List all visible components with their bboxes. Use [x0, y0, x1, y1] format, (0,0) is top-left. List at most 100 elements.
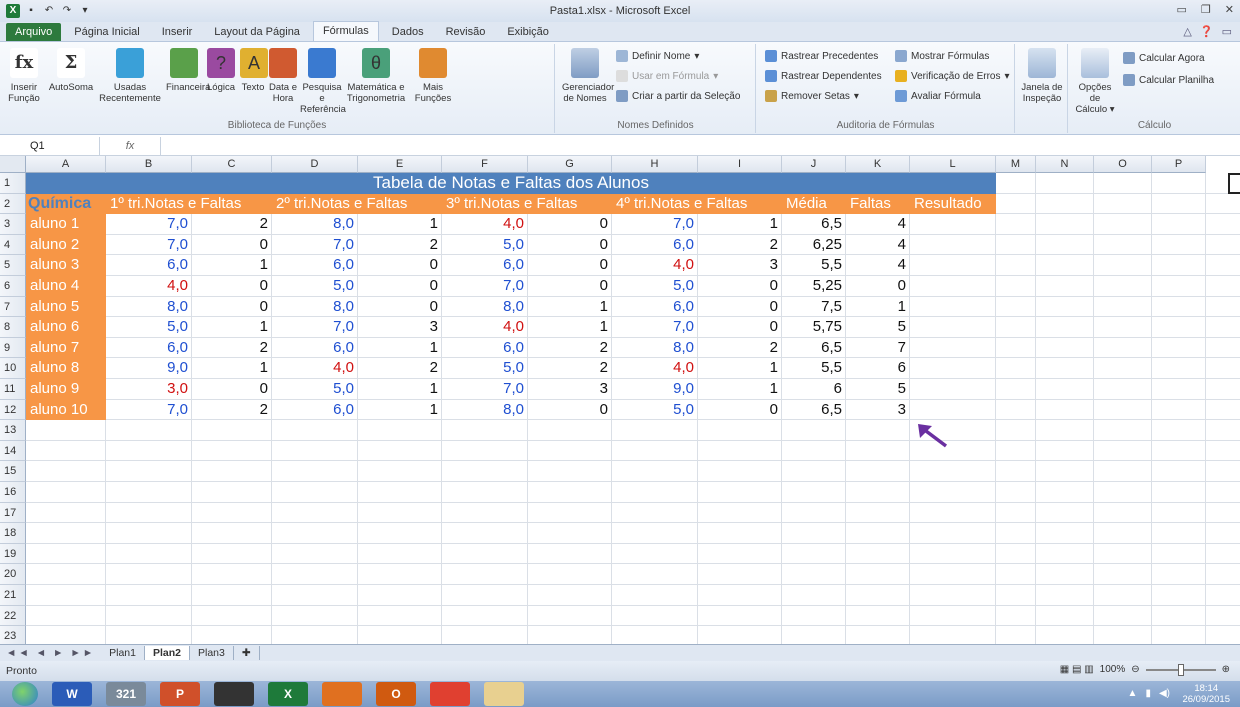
cell-n4[interactable]: 5,0 [612, 400, 698, 421]
cell-faltas[interactable]: 6 [846, 358, 910, 379]
taskbar-app-icon[interactable] [322, 682, 362, 706]
tab-2[interactable]: Inserir [153, 23, 202, 41]
minimize-ribbon-icon[interactable]: △ [1183, 25, 1191, 38]
cell-n1[interactable]: 7,0 [106, 400, 192, 421]
tab-0[interactable]: Arquivo [6, 23, 62, 41]
cell-n1[interactable]: 6,0 [106, 338, 192, 359]
cell-f4[interactable]: 2 [698, 235, 782, 256]
selected-cell[interactable] [1228, 173, 1240, 194]
cell-n2[interactable]: 5,0 [272, 379, 358, 400]
column-header-P[interactable]: P [1152, 156, 1206, 173]
cell-n2[interactable]: 4,0 [272, 358, 358, 379]
column-header-F[interactable]: F [442, 156, 528, 173]
column-header-N[interactable]: N [1036, 156, 1094, 173]
cell-n4[interactable]: 7,0 [612, 317, 698, 338]
use-in-formula-button[interactable]: Usar em Fórmula ▾ [616, 70, 718, 82]
cell-n3[interactable]: 5,0 [442, 235, 528, 256]
cell-media[interactable]: 6,25 [782, 235, 846, 256]
cell-n3[interactable]: 6,0 [442, 255, 528, 276]
cell-media[interactable]: 6,5 [782, 338, 846, 359]
row-header-1[interactable]: 1 [0, 173, 26, 194]
taskbar-app-icon[interactable]: W [52, 682, 92, 706]
cell-faltas[interactable]: 1 [846, 297, 910, 318]
name-manager-button[interactable]: Gerenciador de Nomes [562, 48, 614, 104]
cell-n4[interactable]: 4,0 [612, 255, 698, 276]
cell-n4[interactable]: 5,0 [612, 276, 698, 297]
sheet-tab-plan2[interactable]: Plan2 [144, 646, 190, 660]
cell-n1[interactable]: 5,0 [106, 317, 192, 338]
cell-faltas[interactable]: 4 [846, 214, 910, 235]
cell-n2[interactable]: 8,0 [272, 214, 358, 235]
customize-qat-icon[interactable]: ▾ [78, 4, 92, 18]
cell-faltas[interactable]: 5 [846, 379, 910, 400]
cell-f1[interactable]: 1 [192, 317, 272, 338]
row-header-22[interactable]: 22 [0, 605, 26, 627]
cell-f2[interactable]: 2 [358, 235, 442, 256]
trace-dependents-button[interactable]: Rastrear Dependentes [765, 70, 882, 82]
column-title[interactable]: Resultado [910, 194, 982, 215]
row-header-3[interactable]: 3 [0, 214, 26, 235]
row-header-5[interactable]: 5 [0, 255, 26, 276]
student-name[interactable]: aluno 8 [26, 358, 106, 379]
close-icon[interactable]: ✕ [1225, 3, 1234, 16]
cell-f2[interactable]: 3 [358, 317, 442, 338]
cell-n3[interactable]: 5,0 [442, 358, 528, 379]
taskbar-app-icon[interactable] [214, 682, 254, 706]
column-title[interactable]: 1º tri.Notas e Faltas [106, 194, 272, 215]
cell-n2[interactable]: 6,0 [272, 400, 358, 421]
column-header-K[interactable]: K [846, 156, 910, 173]
column-title[interactable]: Faltas [846, 194, 891, 215]
cell-f3[interactable]: 0 [528, 276, 612, 297]
cell-n2[interactable]: 6,0 [272, 338, 358, 359]
column-header-E[interactable]: E [358, 156, 442, 173]
column-header-B[interactable]: B [106, 156, 192, 173]
cell-n1[interactable]: 3,0 [106, 379, 192, 400]
tab-5[interactable]: Dados [383, 23, 433, 41]
row-header-17[interactable]: 17 [0, 502, 26, 524]
cell-f3[interactable]: 0 [528, 255, 612, 276]
row-header-13[interactable]: 13 [0, 420, 26, 441]
help-icon[interactable]: ❓ [1200, 25, 1214, 38]
function-button-1[interactable]: Σ AutoSoma [48, 48, 94, 93]
undo-icon[interactable]: ↶ [42, 4, 56, 18]
cell-n4[interactable]: 8,0 [612, 338, 698, 359]
row-header-12[interactable]: 12 [0, 399, 26, 421]
minimize-icon[interactable]: ▭ [1177, 3, 1187, 16]
row-header-2[interactable]: 2 [0, 193, 26, 215]
function-button-6[interactable]: Data e Hora [268, 48, 298, 104]
cell-n3[interactable]: 4,0 [442, 214, 528, 235]
function-button-3[interactable]: Financeira [166, 48, 210, 93]
cell-n3[interactable]: 8,0 [442, 297, 528, 318]
column-header-G[interactable]: G [528, 156, 612, 173]
column-header-M[interactable]: M [996, 156, 1036, 173]
tray-volume-icon[interactable]: ◀) [1159, 688, 1170, 699]
row-header-7[interactable]: 7 [0, 296, 26, 318]
column-header-I[interactable]: I [698, 156, 782, 173]
row-header-20[interactable]: 20 [0, 564, 26, 585]
select-all-corner[interactable] [0, 156, 26, 173]
tab-3[interactable]: Layout da Página [205, 23, 309, 41]
cell-faltas[interactable]: 0 [846, 276, 910, 297]
error-checking-button[interactable]: Verificação de Erros ▾ [895, 70, 1010, 82]
cell-f2[interactable]: 0 [358, 276, 442, 297]
calc-options-button[interactable]: Opções de Cálculo ▾ [1073, 48, 1117, 115]
tray-network-icon[interactable]: ▮ [1145, 688, 1151, 699]
row-header-6[interactable]: 6 [0, 276, 26, 297]
column-header-C[interactable]: C [192, 156, 272, 173]
function-button-4[interactable]: ? Lógica [204, 48, 238, 93]
cell-media[interactable]: 5,75 [782, 317, 846, 338]
cell-faltas[interactable]: 7 [846, 338, 910, 359]
zoom-thumb[interactable] [1177, 663, 1184, 676]
student-name[interactable]: aluno 6 [26, 317, 106, 338]
student-name[interactable]: aluno 4 [26, 276, 106, 297]
trace-precedents-button[interactable]: Rastrear Precedentes [765, 50, 878, 62]
calc-now-button[interactable]: Calcular Agora [1123, 52, 1205, 64]
cell-f1[interactable]: 1 [192, 358, 272, 379]
function-button-0[interactable]: fx Inserir Função [4, 48, 44, 104]
taskbar-app-icon[interactable]: 321 [106, 682, 146, 706]
cell-n1[interactable]: 8,0 [106, 297, 192, 318]
student-name[interactable]: aluno 2 [26, 234, 106, 256]
row-header-14[interactable]: 14 [0, 440, 26, 462]
save-icon[interactable]: ▪ [24, 4, 38, 18]
cell-f3[interactable]: 2 [528, 338, 612, 359]
